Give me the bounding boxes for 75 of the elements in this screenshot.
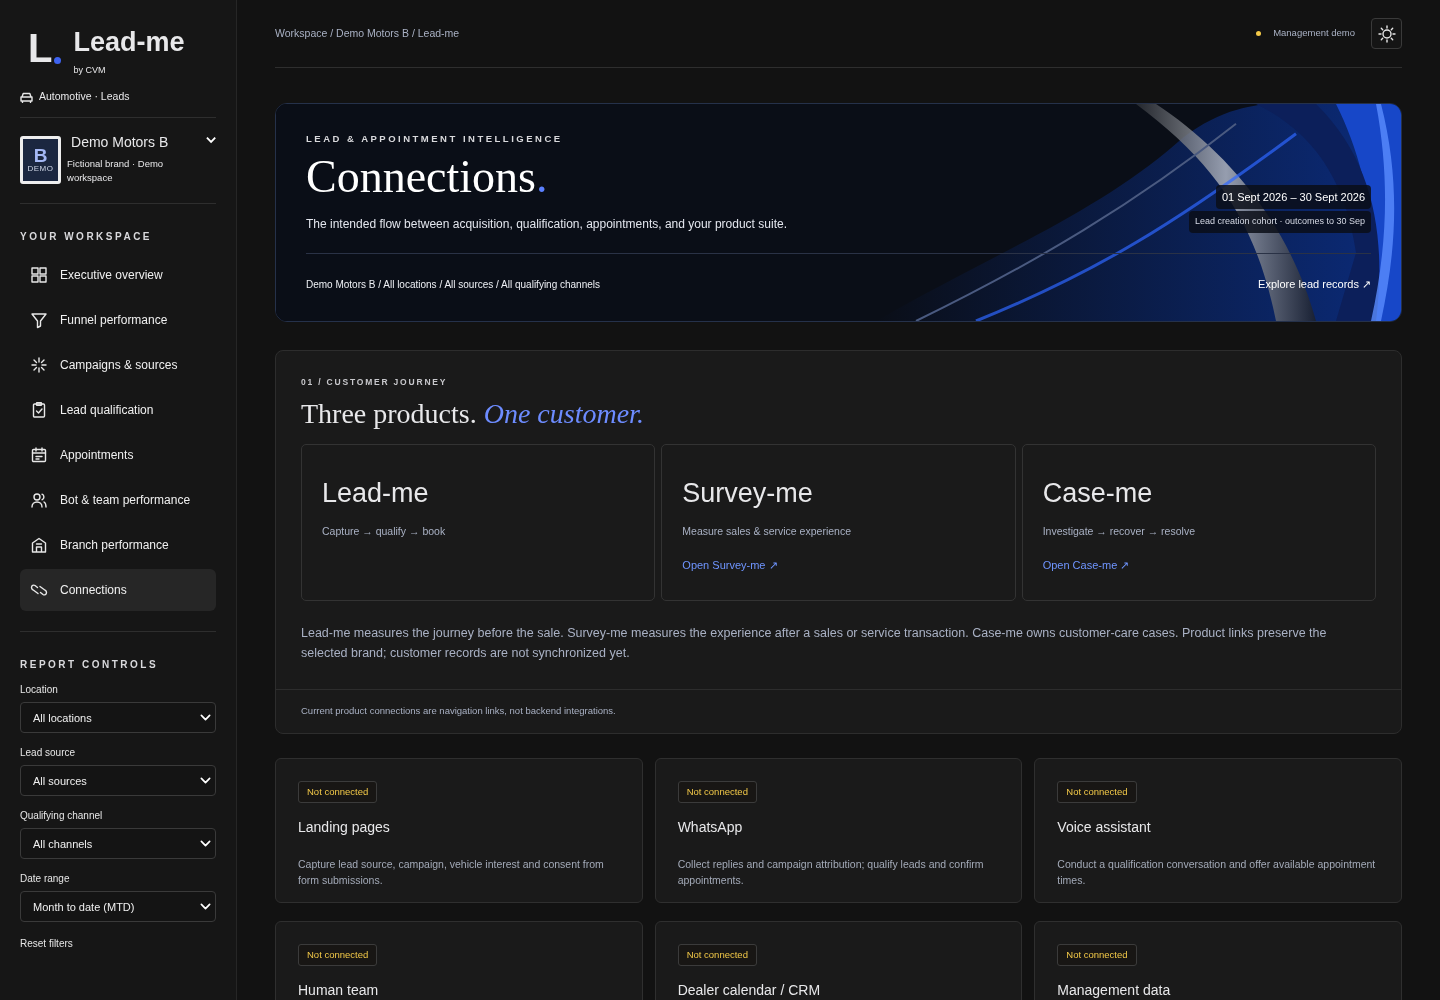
integration-description: Capture lead source, campaign, vehicle interest and consent from form submissions.: [298, 856, 605, 889]
status-badge: Not connected: [1057, 943, 1137, 966]
filter-select[interactable]: All channels: [20, 828, 216, 860]
date-range: 01 Sept 2026 – 30 Sept 2026: [1215, 184, 1371, 210]
nav-item[interactable]: Funnel performance: [20, 299, 216, 342]
nav-item[interactable]: Branch performance: [20, 524, 216, 567]
filter-label: Date range: [20, 872, 71, 887]
section-eyebrow: 01 / CUSTOMER JOURNEY: [301, 376, 449, 389]
funnel-icon: [30, 311, 48, 330]
people-icon: [30, 491, 48, 510]
page-title: Connections.: [306, 152, 548, 203]
integration-title: Dealer calendar / CRM: [677, 980, 822, 1000]
car-icon: [20, 91, 33, 103]
grid-icon: [30, 266, 48, 285]
section-heading: REPORT CONTROLS: [20, 658, 160, 673]
breadcrumb: Workspace / Demo Motors B / Lead-me: [275, 25, 460, 41]
brand-name: Lead-me: [73, 28, 185, 58]
section-heading: YOUR WORKSPACE: [20, 230, 154, 245]
nav-item[interactable]: Executive overview: [20, 254, 216, 297]
building-icon: [30, 536, 48, 555]
scope-label: Demo Motors B / All locations / All sources / All qualifying channels: [306, 277, 601, 292]
status-label: Management demo: [1273, 26, 1355, 41]
nav-item[interactable]: Connections: [20, 569, 216, 612]
product-link[interactable]: Open Case-me ↗: [1042, 557, 1130, 574]
filter-select[interactable]: All sources: [20, 765, 216, 797]
integration-title: Voice assistant: [1057, 817, 1152, 837]
explore-link[interactable]: Explore lead records ↗: [1258, 275, 1371, 293]
status-badge: Not connected: [677, 943, 757, 966]
status-badge: Not connected: [677, 780, 757, 803]
sun-icon: [1377, 24, 1396, 43]
product-name: Case-me: [1042, 477, 1154, 510]
nav-item[interactable]: Appointments: [20, 434, 216, 477]
calendar-icon: [30, 446, 48, 465]
status-badge: Not connected: [298, 780, 378, 803]
integration-title: WhatsApp: [677, 817, 744, 837]
product-name: Lead-me: [322, 477, 430, 510]
chevron-icon[interactable]: [205, 135, 216, 144]
status-dot: [1256, 31, 1262, 36]
nav-item[interactable]: Bot & team performance: [20, 479, 216, 522]
workspace-name: Demo Motors B: [70, 132, 170, 152]
section-heading: Three products. One customer.: [301, 396, 645, 431]
product-name: Survey-me: [682, 477, 814, 510]
integration-description: Collect replies and campaign attribution; qualify leads and confirm appointments.: [677, 856, 985, 889]
avatar-tag: DEMO: [27, 165, 54, 174]
reset-filters-link[interactable]: Reset filters: [20, 936, 73, 952]
product-tagline: Measure sales & service experience: [682, 523, 852, 539]
brand-byline: by CVM: [73, 63, 107, 77]
integration-title: Management data: [1057, 980, 1172, 1000]
sparkle-icon: [30, 356, 48, 375]
product-link[interactable]: Open Survey-me ↗: [682, 557, 778, 574]
workspace-subtitle: Fictional brand · Demo workspace: [67, 156, 165, 186]
integration-title: Landing pages: [298, 817, 391, 837]
product-tagline: Investigate → recover → resolve: [1042, 523, 1196, 539]
nav-item[interactable]: Campaigns & sources: [20, 344, 216, 387]
product-tagline: Capture → qualify → book: [322, 523, 447, 539]
date-range-note: Lead creation cohort · outcomes to 30 Sep: [1188, 211, 1371, 233]
avatar-letter: B: [33, 146, 48, 166]
nav-item[interactable]: Lead qualification: [20, 389, 216, 432]
filter-label: Lead source: [20, 746, 77, 761]
theme-toggle-button[interactable]: [1371, 18, 1402, 49]
integration-description: Conduct a qualification conversation and offer available appointment times.: [1057, 856, 1377, 889]
filter-label: Location: [20, 683, 59, 698]
hero-description: The intended flow between acquisition, qualification, appointments, and your product suite.: [306, 215, 787, 233]
logo: L: [28, 28, 62, 68]
integration-title: Human team: [298, 980, 380, 1000]
footnote: Current product connections are navigation links, not backend integrations.: [301, 704, 617, 719]
filter-select[interactable]: All locations: [20, 702, 216, 734]
filter-select[interactable]: Month to date (MTD): [20, 891, 216, 923]
status-badge: Not connected: [1057, 780, 1137, 803]
clipboard-check-icon: [30, 401, 48, 420]
filter-label: Qualifying channel: [20, 809, 104, 824]
vertical-label: Automotive · Leads: [39, 89, 130, 105]
hero-eyebrow: LEAD & APPOINTMENT INTELLIGENCE: [306, 132, 564, 146]
status-badge: Not connected: [298, 943, 378, 966]
journey-description: Lead-me measures the journey before the sale. Survey-me measures the experience after a sales or service transaction. Case-me owns customer-care cases. Product links preserve the selected brand; customer records are not synchronized yet.: [301, 625, 1328, 663]
